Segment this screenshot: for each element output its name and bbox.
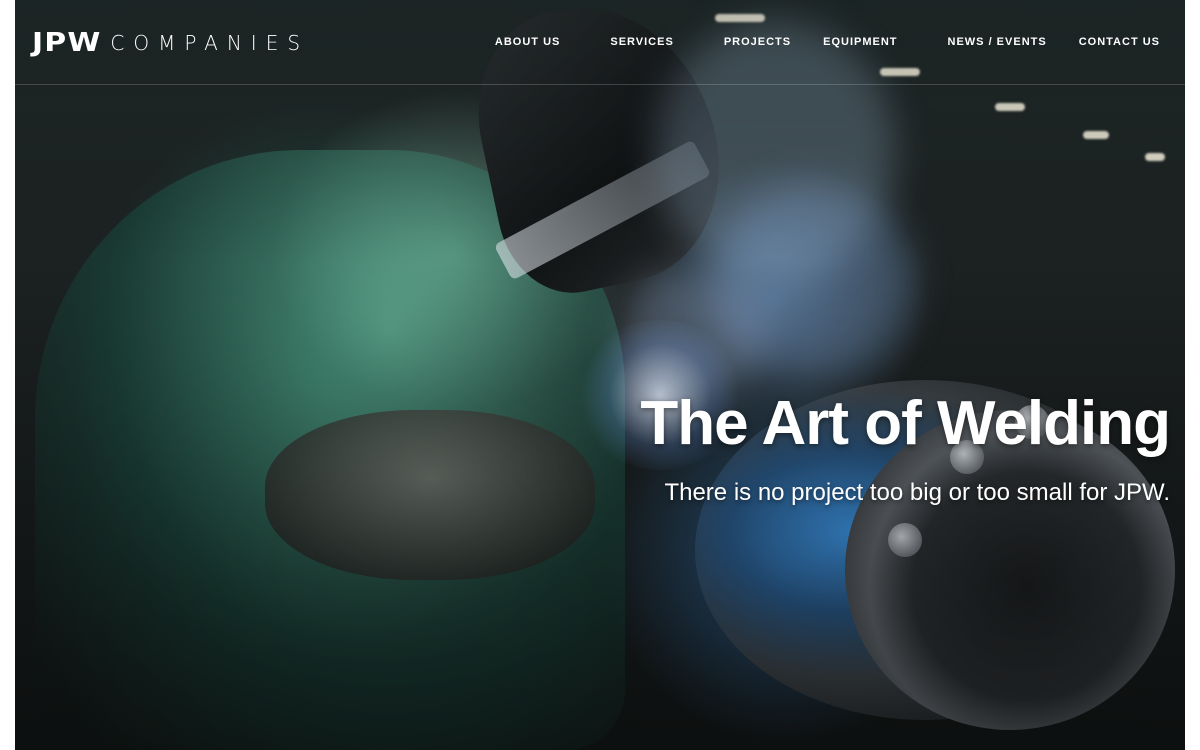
nav-news-events[interactable]: NEWS / EVENTS	[948, 36, 1047, 48]
company-logo[interactable]: JPW COMPANIES	[32, 30, 309, 56]
page: JPW COMPANIES ABOUT US SERVICES PROJECTS…	[0, 0, 1200, 750]
logo-wordmark: COMPANIES	[110, 31, 310, 55]
hero-overlay	[15, 0, 1185, 750]
logo-mark: JPW	[32, 28, 102, 58]
nav-services[interactable]: SERVICES	[610, 36, 673, 48]
nav-projects[interactable]: PROJECTS	[724, 36, 791, 48]
site-header: JPW COMPANIES ABOUT US SERVICES PROJECTS…	[15, 0, 1185, 85]
hero-title: The Art of Welding	[640, 389, 1171, 458]
hero-subtitle: There is no project too big or too small…	[664, 479, 1170, 506]
nav-contact-us[interactable]: CONTACT US	[1079, 36, 1160, 48]
main-nav: ABOUT US SERVICES PROJECTS EQUIPMENT NEW…	[495, 36, 1160, 48]
hero-background-image	[15, 0, 1185, 750]
nav-equipment[interactable]: EQUIPMENT	[823, 36, 897, 48]
nav-about-us[interactable]: ABOUT US	[495, 36, 560, 48]
